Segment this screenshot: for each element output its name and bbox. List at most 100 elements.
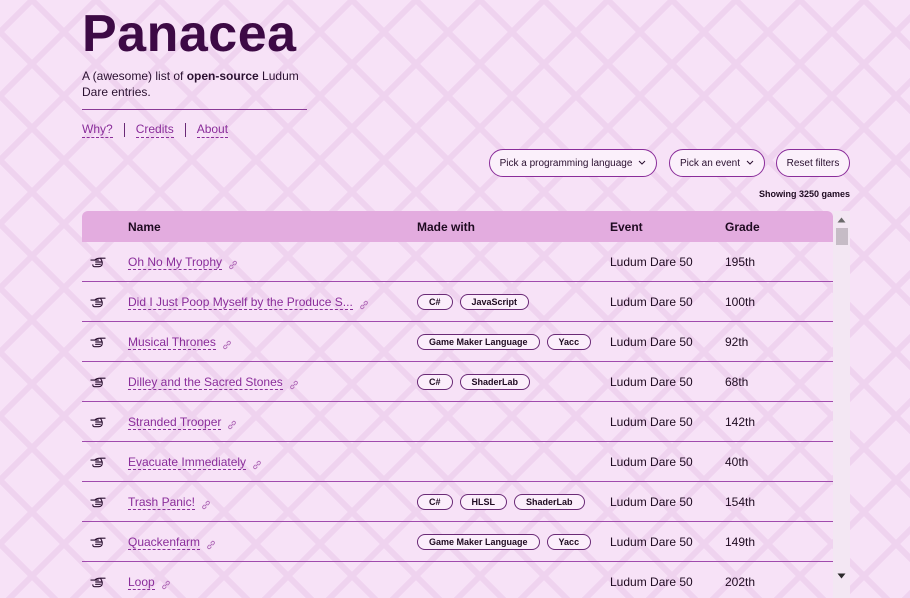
grade-cell: 100th	[725, 295, 756, 309]
table-row[interactable]: Stranded Trooper Ludum Dare 50 142th	[82, 402, 833, 442]
grade-cell: 142th	[725, 415, 756, 429]
column-header-name[interactable]: Name	[128, 220, 161, 234]
game-name-link[interactable]: Trash Panic!	[128, 495, 195, 510]
game-name-cell: Trash Panic!	[128, 482, 211, 522]
site-tagline: A (awesome) list of open-source Ludum Da…	[82, 68, 312, 100]
vertical-scrollbar[interactable]	[833, 211, 850, 598]
reset-filters-button[interactable]: Reset filters	[776, 149, 850, 177]
filter-bar: Pick a programming language Pick an even…	[0, 149, 910, 179]
game-name-cell: Stranded Trooper	[128, 402, 237, 442]
link-icon[interactable]	[228, 257, 238, 270]
nav-link-credits[interactable]: Credits	[135, 122, 174, 138]
pointing-hand-icon	[90, 562, 106, 598]
table-row[interactable]: Evacuate Immediately Ludum Dare 50 40th	[82, 442, 833, 482]
link-icon[interactable]	[252, 457, 262, 470]
game-name-cell: Quackenfarm	[128, 522, 216, 562]
event-cell: Ludum Dare 50	[610, 335, 693, 349]
language-tag[interactable]: ShaderLab	[459, 374, 531, 390]
game-name-link[interactable]: Evacuate Immediately	[128, 455, 247, 470]
language-tag[interactable]: Yacc	[546, 334, 592, 350]
event-filter-dropdown[interactable]: Pick an event	[669, 149, 765, 177]
grade-cell: 202th	[725, 575, 756, 589]
game-name-cell: Evacuate Immediately	[128, 442, 262, 482]
pointing-hand-icon	[90, 322, 106, 362]
link-icon[interactable]	[222, 337, 232, 350]
games-table: Name Made with Event Grade Oh No My Trop…	[82, 211, 833, 598]
column-header-grade[interactable]: Grade	[725, 220, 760, 234]
table-row[interactable]: Did I Just Poop Myself by the Produce S.…	[82, 282, 833, 322]
scrollbar-thumb[interactable]	[836, 228, 848, 245]
language-tag[interactable]: Game Maker Language	[417, 534, 540, 550]
game-name-link[interactable]: Did I Just Poop Myself by the Produce S.…	[128, 295, 353, 310]
grade-cell: 195th	[725, 255, 756, 269]
link-icon[interactable]	[201, 497, 211, 510]
nav-link-about[interactable]: About	[196, 122, 229, 138]
event-cell: Ludum Dare 50	[610, 495, 693, 509]
game-name-link[interactable]: Musical Thrones	[128, 335, 216, 350]
game-name-cell: Loop	[128, 562, 171, 598]
table-row[interactable]: Oh No My Trophy Ludum Dare 50 195th	[82, 242, 833, 282]
game-name-cell: Oh No My Trophy	[128, 242, 238, 282]
event-cell: Ludum Dare 50	[610, 295, 693, 309]
event-cell: Ludum Dare 50	[610, 455, 693, 469]
pointing-hand-icon	[90, 242, 106, 282]
event-cell: Ludum Dare 50	[610, 535, 693, 549]
column-header-event[interactable]: Event	[610, 220, 643, 234]
language-tag[interactable]: C#	[417, 374, 453, 390]
table-header: Name Made with Event Grade	[82, 211, 833, 242]
tagline-prefix: A (awesome) list of	[82, 69, 187, 83]
header-divider	[82, 109, 307, 110]
link-icon[interactable]	[206, 537, 216, 550]
link-icon[interactable]	[161, 577, 171, 590]
link-icon[interactable]	[227, 417, 237, 430]
game-name-link[interactable]: Quackenfarm	[128, 535, 201, 550]
game-name-link[interactable]: Dilley and the Sacred Stones	[128, 375, 283, 390]
language-filter-label: Pick a programming language	[499, 157, 633, 169]
pointing-hand-icon	[90, 282, 106, 322]
pointing-hand-icon	[90, 402, 106, 442]
table-row[interactable]: Trash Panic! C# HLSL ShaderLab Ludum Dare 50…	[82, 482, 833, 522]
language-tag[interactable]: HLSL	[459, 494, 508, 510]
top-nav: Why? Credits About	[82, 122, 229, 138]
link-icon[interactable]	[359, 297, 369, 310]
table-row[interactable]: Dilley and the Sacred Stones C# ShaderLab L…	[82, 362, 833, 402]
language-tag[interactable]: Yacc	[546, 534, 592, 550]
event-filter-label: Pick an event	[679, 157, 741, 169]
language-tag[interactable]: Game Maker Language	[417, 334, 540, 350]
language-filter-dropdown[interactable]: Pick a programming language	[489, 149, 657, 177]
game-name-link[interactable]: Loop	[128, 575, 155, 590]
table-row[interactable]: Musical Thrones Game Maker Language Yacc Lu…	[82, 322, 833, 362]
pointing-hand-icon	[90, 362, 106, 402]
site-title: Panacea	[82, 5, 297, 63]
event-cell: Ludum Dare 50	[610, 415, 693, 429]
game-name-cell: Dilley and the Sacred Stones	[128, 362, 299, 402]
made-with-cell: Game Maker Language Yacc	[417, 522, 592, 562]
event-cell: Ludum Dare 50	[610, 255, 693, 269]
column-header-made-with[interactable]: Made with	[417, 220, 475, 234]
pointing-hand-icon	[90, 482, 106, 522]
language-tag[interactable]: JavaScript	[459, 294, 530, 310]
pointing-hand-icon	[90, 522, 106, 562]
scroll-down-arrow-icon[interactable]	[837, 573, 846, 579]
game-name-cell: Did I Just Poop Myself by the Produce S.…	[128, 282, 369, 322]
grade-cell: 68th	[725, 375, 749, 389]
reset-filters-label: Reset filters	[786, 157, 840, 169]
table-row[interactable]: Quackenfarm Game Maker Language Yacc Ludum …	[82, 522, 833, 562]
tagline-bold: open-source	[186, 69, 259, 83]
grade-cell: 154th	[725, 495, 756, 509]
grade-cell: 40th	[725, 455, 749, 469]
game-name-link[interactable]: Oh No My Trophy	[128, 255, 223, 270]
event-cell: Ludum Dare 50	[610, 575, 693, 589]
nav-link-why[interactable]: Why?	[82, 122, 113, 138]
language-tag[interactable]: C#	[417, 494, 453, 510]
grade-cell: 149th	[725, 535, 756, 549]
language-tag[interactable]: ShaderLab	[514, 494, 585, 510]
table-body: Oh No My Trophy Ludum Dare 50 195th Did I J…	[82, 242, 833, 598]
pointing-hand-icon	[90, 442, 106, 482]
scroll-up-arrow-icon[interactable]	[837, 217, 846, 223]
table-row[interactable]: Loop Ludum Dare 50 202th	[82, 562, 833, 598]
language-tag[interactable]: C#	[417, 294, 453, 310]
made-with-cell: C# JavaScript	[417, 282, 530, 322]
link-icon[interactable]	[289, 377, 299, 390]
game-name-link[interactable]: Stranded Trooper	[128, 415, 222, 430]
